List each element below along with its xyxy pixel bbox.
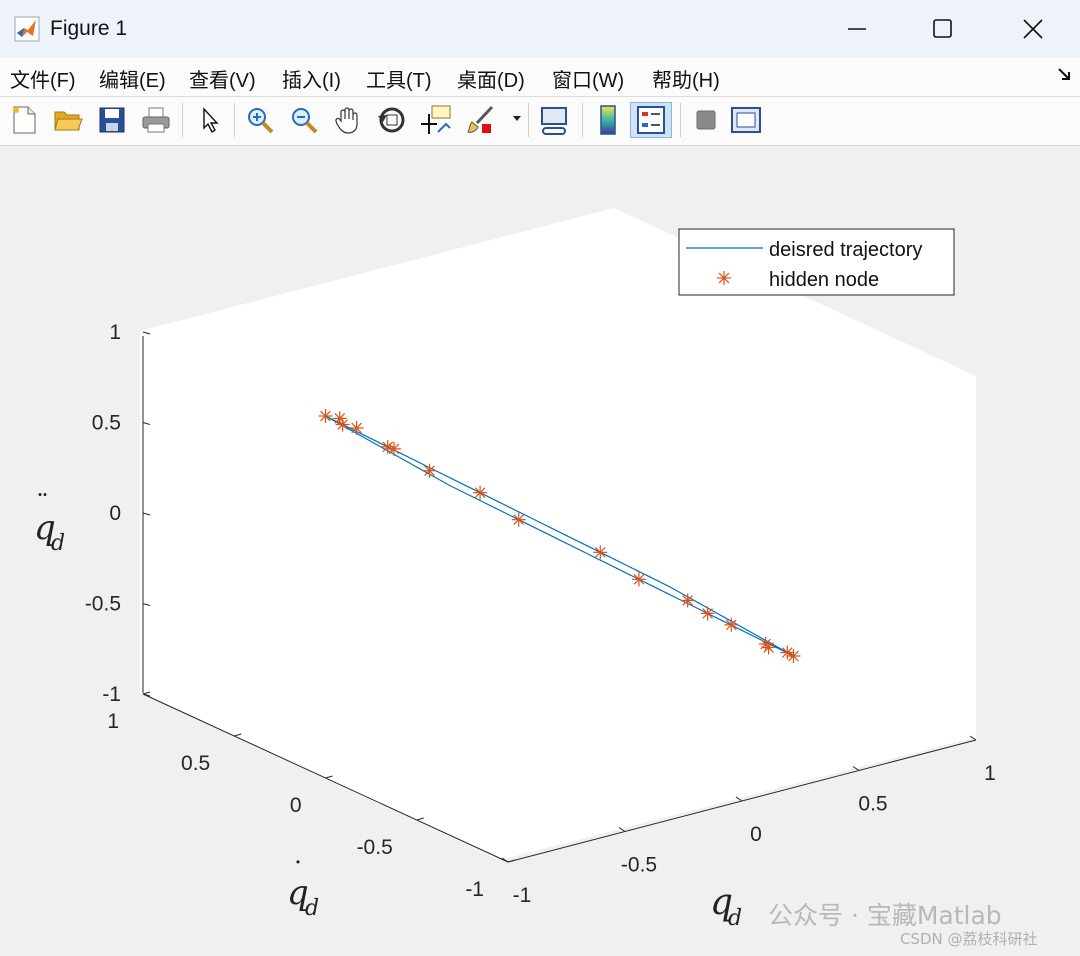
data-cursor-icon[interactable] xyxy=(418,102,454,138)
hide-plot-tools-icon[interactable] xyxy=(688,102,724,138)
y-axis-label: q d ˙ xyxy=(287,856,319,921)
svg-text:˙: ˙ xyxy=(291,856,305,889)
dock-arrow-icon[interactable] xyxy=(1056,66,1072,82)
hidden-node-marker xyxy=(335,417,350,432)
y-tick-label: -1 xyxy=(465,878,484,901)
x-tick-label: 0.5 xyxy=(858,793,887,816)
menu-edit[interactable]: 编辑(E) xyxy=(99,64,166,93)
x-tick-label: -0.5 xyxy=(621,854,657,877)
legend-asterisk-swatch xyxy=(717,271,731,285)
legend[interactable]: deisred trajectory hidden node xyxy=(678,228,955,296)
legend-entry-trajectory: deisred trajectory xyxy=(769,239,922,261)
hidden-node-marker xyxy=(473,485,488,500)
z-tick-label: 0.5 xyxy=(92,412,121,435)
menu-help[interactable]: 帮助(H) xyxy=(652,64,720,93)
svg-text:d: d xyxy=(305,896,319,921)
zoom-in-icon[interactable] xyxy=(242,102,278,138)
insert-legend-icon[interactable] xyxy=(630,102,672,138)
watermark-account: 公众号 · 宝藏Matlab xyxy=(768,901,1002,930)
show-plot-tools-icon[interactable] xyxy=(728,102,764,138)
x-axis-label: q d xyxy=(710,882,742,931)
y-tick-label: 0.5 xyxy=(181,752,210,775)
menu-bar: 文件(F) 编辑(E) 查看(V) 插入(I) 工具(T) 桌面(D) 窗口(W… xyxy=(0,58,1080,97)
hidden-node-marker xyxy=(380,439,395,454)
y-tick-label: 0 xyxy=(290,794,302,817)
z-tick-label: -1 xyxy=(102,683,121,706)
print-icon[interactable] xyxy=(138,102,174,138)
maximize-button[interactable] xyxy=(928,14,958,44)
rotate-3d-icon[interactable] xyxy=(374,102,410,138)
svg-text:d: d xyxy=(728,906,742,931)
z-tick-label: 1 xyxy=(109,321,121,344)
edit-plot-arrow-icon[interactable] xyxy=(192,102,228,138)
hidden-node-marker xyxy=(318,409,333,423)
insert-colorbar-icon[interactable] xyxy=(590,102,626,138)
brush-dropdown-chevron-icon[interactable] xyxy=(512,115,522,123)
menu-view[interactable]: 查看(V) xyxy=(189,64,256,93)
menu-desktop[interactable]: 桌面(D) xyxy=(457,64,525,93)
hidden-node-marker xyxy=(422,463,437,478)
z-axis-label: q d ¨ xyxy=(34,490,65,556)
window-title: Figure 1 xyxy=(50,17,128,40)
save-icon[interactable] xyxy=(94,102,130,138)
x-tick-label: 1 xyxy=(984,762,996,785)
close-button[interactable] xyxy=(1018,14,1048,44)
legend-asterisk-glyph xyxy=(717,271,731,285)
title-bar: Figure 1 xyxy=(0,0,1080,59)
y-tick-label: 1 xyxy=(107,710,119,733)
zoom-out-icon[interactable] xyxy=(286,102,322,138)
z-tick-label: 0 xyxy=(109,502,121,525)
y-tick-label: -0.5 xyxy=(357,836,393,859)
minimize-button[interactable] xyxy=(842,14,872,44)
menu-file[interactable]: 文件(F) xyxy=(10,64,76,93)
hidden-node-marker xyxy=(349,420,364,435)
toolbar xyxy=(0,97,1080,146)
open-folder-icon[interactable] xyxy=(50,102,86,138)
menu-tools[interactable]: 工具(T) xyxy=(366,64,432,93)
svg-text:d: d xyxy=(51,531,65,556)
menu-window[interactable]: 窗口(W) xyxy=(552,64,624,93)
link-plot-icon[interactable] xyxy=(536,102,572,138)
brush-icon[interactable] xyxy=(462,102,498,138)
x-tick-label: 0 xyxy=(750,823,762,846)
watermark-csdn: CSDN @荔枝科研社 xyxy=(900,930,1038,948)
matlab-logo-icon xyxy=(14,16,40,42)
plot-3d-axes[interactable]: -1 -0.5 0 0.5 1 -1 -0.5 0 0.5 1 -1 -0.5 0 0.5 1 q d … xyxy=(0,146,1080,956)
menu-insert[interactable]: 插入(I) xyxy=(282,64,341,93)
svg-text:¨: ¨ xyxy=(36,490,49,520)
new-figure-icon[interactable] xyxy=(6,102,42,138)
z-tick-label: -0.5 xyxy=(85,593,121,616)
axes-background xyxy=(140,208,976,860)
legend-entry-hidden-node: hidden node xyxy=(769,269,879,291)
x-tick-label: -1 xyxy=(513,884,532,907)
pan-hand-icon[interactable] xyxy=(330,102,366,138)
figure-canvas: -1 -0.5 0 0.5 1 -1 -0.5 0 0.5 1 -1 -0.5 0 0.5 1 q d … xyxy=(0,146,1080,956)
